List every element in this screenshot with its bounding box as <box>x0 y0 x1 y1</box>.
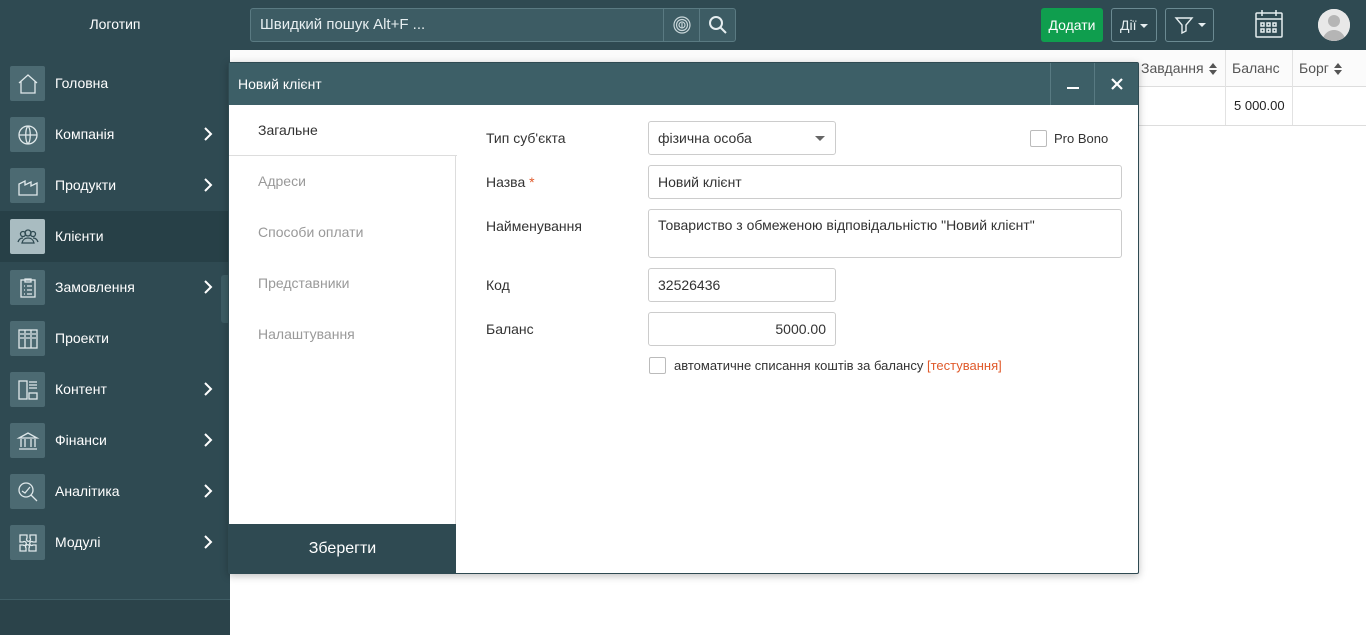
sidebar-item-products[interactable]: Продукти <box>0 160 230 211</box>
products-icon <box>10 168 45 203</box>
content-icon <box>10 372 45 407</box>
tab-representatives[interactable]: Представники <box>229 258 456 309</box>
save-button[interactable]: Зберегти <box>229 524 456 574</box>
sidebar-item-orders[interactable]: Замовлення <box>0 262 230 313</box>
sort-icon <box>1208 63 1217 76</box>
kanban-icon <box>10 321 45 356</box>
client-form: Тип суб'єкта фізична особа Pro Bono Назв… <box>457 105 1138 574</box>
close-icon <box>1110 78 1123 90</box>
sidebar-item-label: Контент <box>55 381 107 397</box>
dialog-tabs: Загальне Адреси Способи оплати Представн… <box>229 105 457 574</box>
sidebar-footer <box>0 599 230 635</box>
balance-input[interactable]: 5000.00 <box>648 312 836 346</box>
sidebar-item-clients[interactable]: Клієнти <box>0 211 230 262</box>
chevron-right-icon <box>204 127 213 141</box>
sidebar-item-label: Фінанси <box>55 432 107 448</box>
cell-debt <box>1292 87 1366 125</box>
column-header-tasks[interactable]: Завдання <box>1135 50 1225 87</box>
user-icon <box>1318 9 1350 41</box>
sidebar-item-projects[interactable]: Проекти <box>0 313 230 364</box>
minimize-icon <box>1066 87 1079 89</box>
sidebar-item-modules[interactable]: Модулі <box>0 517 230 568</box>
globe-icon <box>10 117 45 152</box>
sidebar-item-label: Проекти <box>55 330 109 346</box>
auto-debit-label: автоматичне списання коштів за балансу [… <box>674 358 1002 373</box>
chevron-right-icon <box>204 535 213 549</box>
clipboard-icon <box>10 270 45 305</box>
column-header-balance[interactable]: Баланс <box>1225 50 1292 87</box>
auto-debit-checkbox[interactable] <box>649 357 666 374</box>
calendar-icon <box>1255 10 1283 38</box>
sidebar-item-home[interactable]: Головна <box>0 58 230 109</box>
sidebar-item-analytics[interactable]: Аналітика <box>0 466 230 517</box>
chevron-right-icon <box>204 484 213 498</box>
search-button[interactable] <box>699 9 735 41</box>
name-input[interactable]: Новий клієнт <box>648 165 1122 199</box>
fullname-textarea[interactable]: Товариство з обмеженою відповідальністю … <box>648 209 1122 258</box>
chevron-right-icon <box>204 178 213 192</box>
new-client-dialog: Новий клієнт Загальне Адреси Способи опл… <box>228 62 1139 574</box>
name-label: Назва * <box>486 174 535 190</box>
pro-bono-label: Pro Bono <box>1054 131 1109 146</box>
search-box[interactable]: Швидкий пошук Alt+F ... <box>250 8 736 42</box>
sidebar-item-company[interactable]: Компанія <box>0 109 230 160</box>
chevron-right-icon <box>204 382 213 396</box>
analytics-icon <box>10 474 45 509</box>
chevron-right-icon <box>204 280 213 294</box>
sidebar-item-finance[interactable]: Фінанси <box>0 415 230 466</box>
chevron-down-icon <box>815 136 825 141</box>
actions-label: Дії <box>1120 17 1137 33</box>
sidebar-item-label: Модулі <box>55 534 101 550</box>
chevron-right-icon <box>204 433 213 447</box>
dialog-header: Новий клієнт <box>229 63 1138 105</box>
bank-icon <box>10 423 45 458</box>
dialog-title: Новий клієнт <box>238 76 322 92</box>
balance-label: Баланс <box>486 321 534 337</box>
home-icon <box>10 66 45 101</box>
close-button[interactable] <box>1094 63 1138 105</box>
actions-dropdown[interactable]: Дії <box>1111 8 1157 42</box>
sidebar-item-label: Замовлення <box>55 279 135 295</box>
fingerprint-icon <box>672 16 691 34</box>
sidebar-item-label: Клієнти <box>55 228 104 244</box>
users-icon <box>10 219 45 254</box>
search-input[interactable]: Швидкий пошук Alt+F ... <box>260 9 425 41</box>
subject-type-select[interactable]: фізична особа <box>648 121 836 155</box>
chevron-down-icon <box>1140 24 1149 29</box>
avatar[interactable] <box>1318 9 1350 41</box>
minimize-button[interactable] <box>1050 63 1094 105</box>
calendar-button[interactable] <box>1253 8 1285 43</box>
filter-icon <box>1173 17 1194 35</box>
fullname-label: Найменування <box>486 218 582 234</box>
sort-icon <box>1333 63 1342 76</box>
testing-note: [тестування] <box>926 358 1002 373</box>
column-header-debt[interactable]: Борг <box>1292 50 1366 87</box>
sidebar-item-content[interactable]: Контент <box>0 364 230 415</box>
sidebar: Головна Компанія Продукти Клієнти Замовл… <box>0 50 230 635</box>
puzzle-icon <box>10 525 45 560</box>
code-input[interactable]: 32526436 <box>648 268 836 302</box>
pro-bono-checkbox[interactable] <box>1030 130 1047 147</box>
fingerprint-button[interactable] <box>663 9 699 41</box>
subject-type-label: Тип суб'єкта <box>486 130 566 146</box>
code-label: Код <box>486 277 510 293</box>
chevron-down-icon <box>1197 23 1206 27</box>
sidebar-item-label: Компанія <box>55 126 115 142</box>
top-bar: Логотип Швидкий пошук Alt+F ... Додати Д… <box>0 0 1366 50</box>
cell-balance: 5 000.00 <box>1225 87 1292 125</box>
tab-settings[interactable]: Налаштування <box>229 309 456 360</box>
subject-type-value: фізична особа <box>658 130 752 146</box>
add-button[interactable]: Додати <box>1041 8 1103 42</box>
filter-button[interactable] <box>1165 8 1214 42</box>
sidebar-item-label: Продукти <box>55 177 117 193</box>
tab-general[interactable]: Загальне <box>229 105 457 156</box>
sidebar-item-label: Головна <box>55 75 109 91</box>
search-icon <box>708 16 727 34</box>
tab-payment-methods[interactable]: Способи оплати <box>229 207 456 258</box>
required-marker: * <box>529 174 535 190</box>
tab-addresses[interactable]: Адреси <box>229 156 456 207</box>
sidebar-item-label: Аналітика <box>55 483 120 499</box>
logo[interactable]: Логотип <box>0 0 230 50</box>
